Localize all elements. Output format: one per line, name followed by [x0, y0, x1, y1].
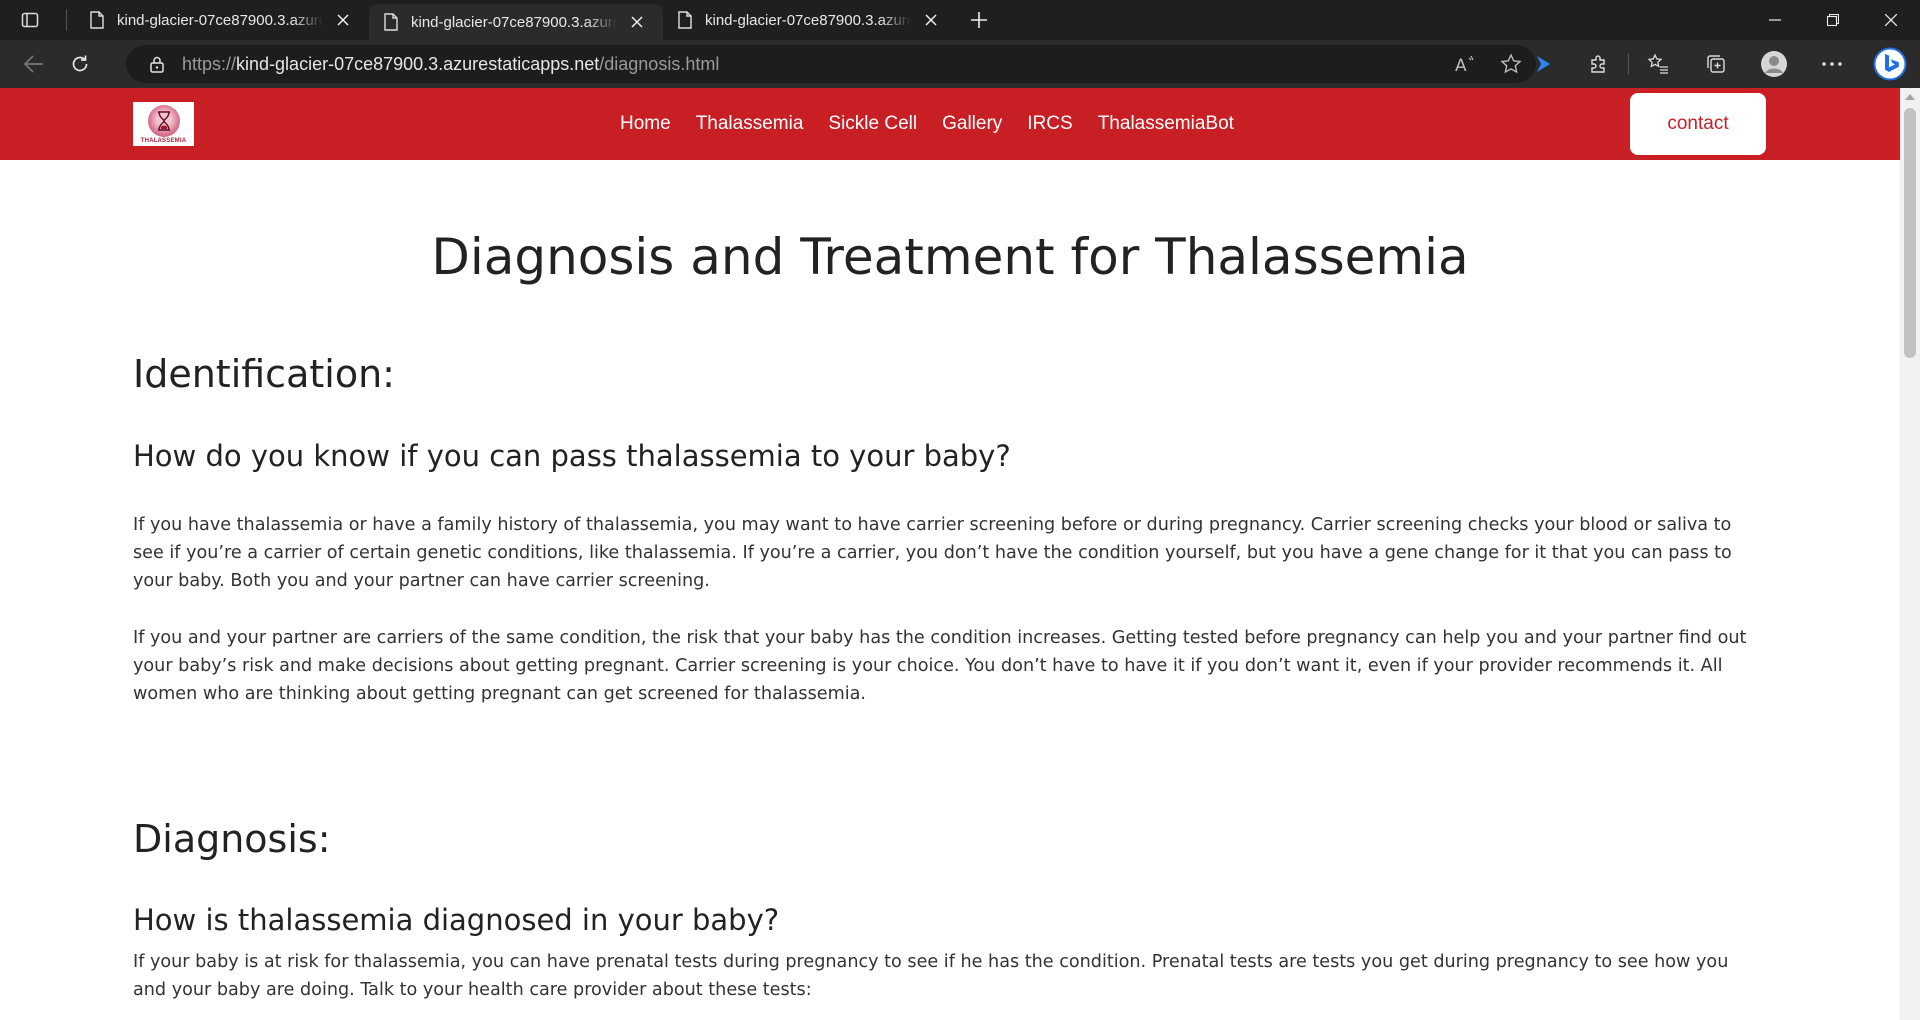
bing-chat-button[interactable]: [1861, 40, 1919, 88]
browser-tab-bar: kind-glacier-07ce87900.3.azurestaticapps…: [0, 0, 1920, 40]
tab-2-active[interactable]: kind-glacier-07ce87900.3.azurestaticapps…: [369, 4, 663, 40]
diagnosis-heading: Diagnosis:: [133, 817, 331, 861]
nav-gallery[interactable]: Gallery: [942, 113, 1002, 135]
nav-thalassemiabot[interactable]: ThalassemiaBot: [1098, 113, 1234, 135]
tab-title: kind-glacier-07ce87900.3.azurestaticapps…: [705, 11, 911, 29]
plus-icon: [971, 12, 987, 28]
avatar-icon: [1761, 51, 1787, 77]
tab-1[interactable]: kind-glacier-07ce87900.3.azurestaticapps…: [75, 0, 369, 40]
page-viewport: THALASSEMIA Home Thalassemia Sickle Cell…: [0, 88, 1900, 1020]
tab-title: kind-glacier-07ce87900.3.azurestaticapps…: [117, 11, 323, 29]
logo-emblem-icon: [147, 105, 180, 137]
nav-thalassemia[interactable]: Thalassemia: [696, 113, 804, 135]
bing-logo-icon: [1873, 47, 1907, 81]
new-tab-button[interactable]: [959, 0, 999, 40]
site-header: THALASSEMIA Home Thalassemia Sickle Cell…: [0, 88, 1900, 160]
diagnosis-paragraph-1: If your baby is at risk for thalassemia,…: [133, 952, 1729, 1000]
window-controls: [1746, 0, 1920, 40]
identification-heading: Identification:: [133, 352, 395, 396]
url-scheme: https://: [182, 53, 237, 74]
close-tab-icon[interactable]: [331, 8, 355, 32]
address-bar[interactable]: https://kind-glacier-07ce87900.3.azurest…: [126, 45, 1536, 83]
nav-sickle-cell[interactable]: Sickle Cell: [828, 113, 917, 135]
lock-icon[interactable]: [148, 55, 166, 73]
url-text: https://kind-glacier-07ce87900.3.azurest…: [182, 54, 719, 75]
page-icon: [384, 13, 398, 31]
bing-discover-button[interactable]: [1514, 40, 1572, 88]
toolbar-icons: [1514, 40, 1919, 88]
tab-3[interactable]: kind-glacier-07ce87900.3.azurestaticapps…: [663, 0, 957, 40]
carrier-paragraph-1: If you have thalassemia or have a family…: [133, 515, 1732, 591]
svg-text:A: A: [1455, 56, 1467, 74]
back-button[interactable]: [12, 44, 56, 84]
logo-text: THALASSEMIA: [140, 138, 187, 144]
carrier-question-heading: How do you know if you can pass thalasse…: [133, 439, 1011, 473]
minimize-button[interactable]: [1746, 0, 1804, 40]
close-window-button[interactable]: [1862, 0, 1920, 40]
url-path: /diagnosis.html: [599, 53, 720, 74]
nav-ircs[interactable]: IRCS: [1027, 113, 1072, 135]
site-logo[interactable]: THALASSEMIA: [133, 102, 194, 146]
scrollbar-thumb[interactable]: [1904, 108, 1916, 358]
tab-separator: [66, 9, 67, 31]
favorites-button[interactable]: [1629, 40, 1687, 88]
page-scrollbar[interactable]: [1900, 88, 1920, 1020]
carrier-paragraph-2: If you and your partner are carriers of …: [133, 628, 1747, 704]
arrow-left-icon: [24, 55, 43, 73]
extensions-button[interactable]: [1570, 40, 1628, 88]
contact-button[interactable]: contact: [1630, 93, 1766, 155]
close-tab-icon[interactable]: [625, 10, 649, 34]
nav-home[interactable]: Home: [620, 113, 671, 135]
more-dots-icon: [1822, 62, 1842, 66]
read-aloud-icon[interactable]: A: [1454, 54, 1476, 74]
page-title: Diagnosis and Treatment for Thalassemia: [431, 228, 1469, 286]
url-host: kind-glacier-07ce87900.3.azurestaticapps…: [236, 53, 600, 74]
diagnosis-question-heading: How is thalassemia diagnosed in your bab…: [133, 903, 780, 937]
profile-button[interactable]: [1745, 40, 1803, 88]
play-arrow-icon: [1537, 56, 1550, 72]
close-tab-icon[interactable]: [919, 8, 943, 32]
tab-actions-icon[interactable]: [10, 0, 50, 40]
page-icon: [90, 11, 104, 29]
site-nav: Home Thalassemia Sickle Cell Gallery IRC…: [620, 88, 1234, 160]
refresh-button[interactable]: [58, 44, 102, 84]
browser-toolbar: https://kind-glacier-07ce87900.3.azurest…: [0, 40, 1920, 88]
settings-more-button[interactable]: [1803, 40, 1861, 88]
scroll-up-arrow-icon[interactable]: [1905, 94, 1915, 100]
page-icon: [678, 11, 692, 29]
collections-icon: [1707, 55, 1725, 73]
collections-button[interactable]: [1687, 40, 1745, 88]
restore-button[interactable]: [1804, 0, 1862, 40]
refresh-icon: [72, 55, 88, 72]
puzzle-icon: [1591, 55, 1605, 73]
tab-title: kind-glacier-07ce87900.3.azurestaticapps…: [411, 13, 617, 31]
favorites-list-icon: [1647, 53, 1668, 74]
